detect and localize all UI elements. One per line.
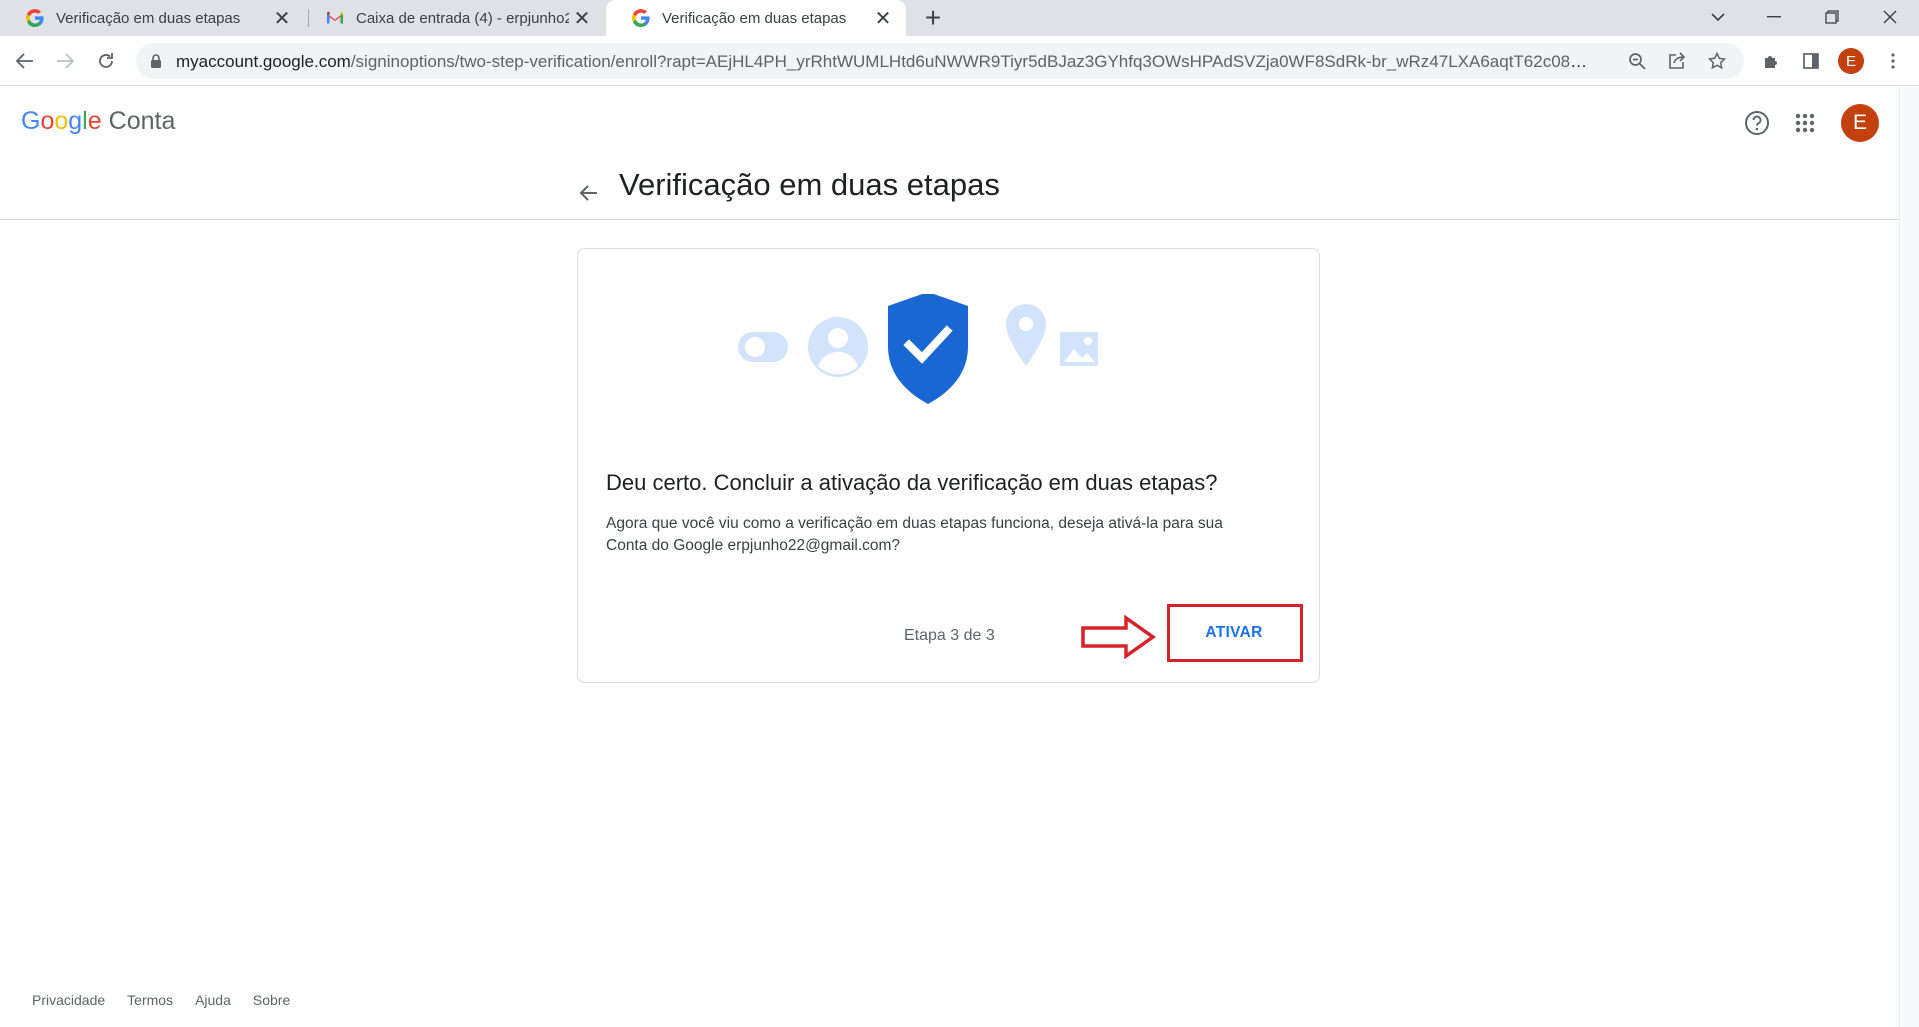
activate-button[interactable]: ATIVAR bbox=[1190, 617, 1278, 649]
side-panel-icon[interactable] bbox=[1794, 44, 1828, 78]
person-icon bbox=[808, 317, 868, 377]
card-heading: Deu certo. Concluir a ativação da verifi… bbox=[606, 470, 1218, 495]
url-path: /signinoptions/two-step-verification/enr… bbox=[350, 52, 1596, 71]
browser-toolbar: myaccount.google.com/signinoptions/two-s… bbox=[0, 36, 1919, 86]
location-pin-icon bbox=[1006, 304, 1046, 366]
browser-tab-3-active[interactable]: Verificação em duas etapas ✕ bbox=[606, 0, 906, 36]
tab-title: Verificação em duas etapas bbox=[662, 9, 847, 27]
product-name: Conta bbox=[108, 107, 176, 135]
gmail-icon bbox=[327, 11, 343, 24]
profile-avatar[interactable]: E bbox=[1838, 48, 1864, 74]
back-icon[interactable] bbox=[8, 44, 42, 78]
extensions-puzzle-icon[interactable] bbox=[1754, 44, 1788, 78]
logo-letter: o bbox=[54, 107, 69, 135]
restore-icon[interactable] bbox=[1804, 0, 1860, 34]
apps-grid-icon[interactable] bbox=[1787, 105, 1823, 141]
close-tab-icon[interactable]: ✕ bbox=[569, 5, 595, 31]
browser-menu-kebab-icon[interactable] bbox=[1876, 44, 1910, 78]
footer-link-terms[interactable]: Termos bbox=[127, 992, 173, 1008]
step-indicator: Etapa 3 de 3 bbox=[904, 627, 995, 644]
security-illustration bbox=[738, 294, 1098, 404]
account-avatar[interactable]: E bbox=[1841, 104, 1879, 142]
card-body: Agora que você viu como a verificação em… bbox=[606, 513, 1286, 557]
logo-letter: e bbox=[87, 107, 102, 135]
lock-icon[interactable] bbox=[148, 53, 164, 69]
footer-links: Privacidade Termos Ajuda Sobre bbox=[32, 992, 290, 1008]
google-g-icon bbox=[632, 9, 650, 27]
bookmark-star-icon[interactable] bbox=[1700, 44, 1734, 78]
logo-letter: g bbox=[68, 107, 83, 135]
logo-letter: G bbox=[21, 107, 41, 135]
address-bar[interactable]: myaccount.google.com/signinoptions/two-s… bbox=[136, 43, 1744, 79]
logo-letter: o bbox=[40, 107, 55, 135]
browser-tab-2[interactable]: Caixa de entrada (4) - erpjunho22 ✕ bbox=[300, 0, 605, 36]
image-icon bbox=[1060, 332, 1098, 366]
close-window-icon[interactable] bbox=[1862, 0, 1918, 34]
google-account-logo[interactable]: Google Conta bbox=[21, 107, 175, 136]
google-g-icon bbox=[26, 9, 44, 27]
footer-link-help[interactable]: Ajuda bbox=[195, 992, 231, 1008]
browser-tab-1[interactable]: Verificação em duas etapas ✕ bbox=[0, 0, 305, 36]
close-tab-icon[interactable]: ✕ bbox=[269, 5, 295, 31]
back-arrow-icon[interactable] bbox=[572, 177, 604, 209]
url-host: myaccount.google.com bbox=[176, 52, 351, 71]
minimize-icon[interactable] bbox=[1746, 0, 1802, 34]
close-tab-icon[interactable]: ✕ bbox=[870, 5, 896, 31]
toggle-icon bbox=[738, 332, 788, 362]
tab-strip: Verificação em duas etapas ✕ Caixa de en… bbox=[0, 0, 1919, 36]
forward-icon[interactable] bbox=[48, 44, 82, 78]
card-body-line: Conta do Google erpjunho22@gmail.com? bbox=[606, 537, 901, 554]
reload-icon[interactable] bbox=[89, 44, 123, 78]
share-icon[interactable] bbox=[1660, 44, 1694, 78]
new-tab-plus-icon[interactable]: + bbox=[918, 2, 948, 33]
card-body-line: Agora que você viu como a verificação em… bbox=[606, 515, 1223, 532]
page-title: Verificação em duas etapas bbox=[619, 167, 1000, 202]
help-icon[interactable] bbox=[1739, 105, 1775, 141]
footer-link-privacy[interactable]: Privacidade bbox=[32, 992, 105, 1008]
tab-title: Caixa de entrada (4) - erpjunho22 bbox=[356, 9, 569, 27]
page-content: Google Conta E Verificação em duas etapa… bbox=[0, 87, 1899, 1027]
url-text[interactable]: myaccount.google.com/signinoptions/two-s… bbox=[176, 52, 1596, 72]
tab-search-chevron-icon[interactable] bbox=[1690, 0, 1746, 34]
tab-title: Verificação em duas etapas bbox=[56, 9, 241, 27]
page-scrollbar[interactable] bbox=[1899, 87, 1919, 1027]
divider bbox=[0, 219, 1899, 220]
zoom-icon[interactable] bbox=[1620, 44, 1654, 78]
footer-link-about[interactable]: Sobre bbox=[253, 992, 290, 1008]
red-arrow-annotation-icon bbox=[1081, 615, 1156, 659]
confirmation-card: Deu certo. Concluir a ativação da verifi… bbox=[577, 248, 1320, 683]
shield-check-icon bbox=[888, 294, 968, 404]
